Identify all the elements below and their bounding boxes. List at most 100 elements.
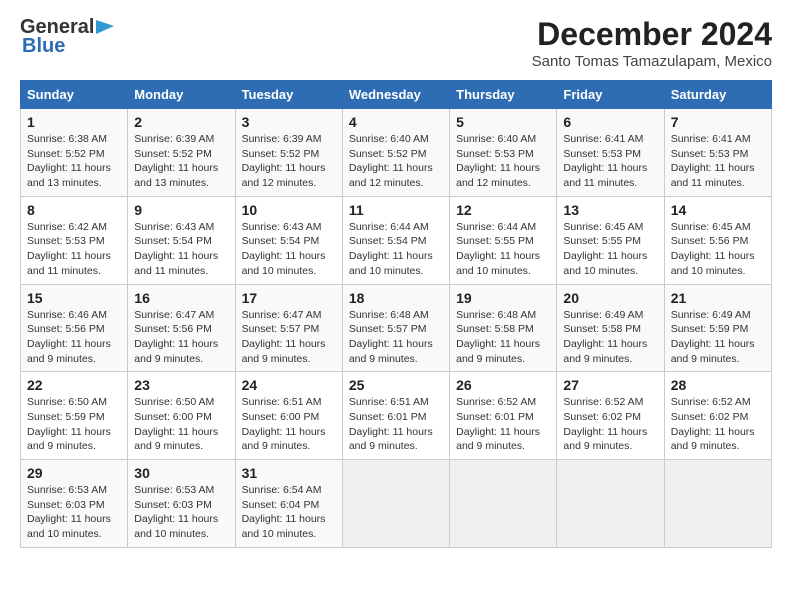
calendar-cell: 18 Sunrise: 6:48 AMSunset: 5:57 PMDayligh… — [342, 284, 449, 372]
day-number: 11 — [349, 202, 443, 218]
day-info: Sunrise: 6:38 AMSunset: 5:52 PMDaylight:… — [27, 133, 111, 189]
day-info: Sunrise: 6:43 AMSunset: 5:54 PMDaylight:… — [242, 221, 326, 277]
day-info: Sunrise: 6:39 AMSunset: 5:52 PMDaylight:… — [242, 133, 326, 189]
logo: General Blue — [20, 16, 118, 58]
title-block: December 2024 Santo Tomas Tamazulapam, M… — [532, 16, 772, 70]
day-number: 21 — [671, 290, 765, 306]
day-info: Sunrise: 6:41 AMSunset: 5:53 PMDaylight:… — [563, 133, 647, 189]
day-number: 12 — [456, 202, 550, 218]
col-header-sunday: Sunday — [21, 81, 128, 109]
day-info: Sunrise: 6:42 AMSunset: 5:53 PMDaylight:… — [27, 221, 111, 277]
calendar-cell: 6 Sunrise: 6:41 AMSunset: 5:53 PMDaylight… — [557, 109, 664, 197]
calendar-table: SundayMondayTuesdayWednesdayThursdayFrid… — [20, 80, 772, 548]
day-info: Sunrise: 6:50 AMSunset: 5:59 PMDaylight:… — [27, 396, 111, 452]
day-number: 29 — [27, 465, 121, 481]
day-info: Sunrise: 6:48 AMSunset: 5:57 PMDaylight:… — [349, 309, 433, 365]
day-info: Sunrise: 6:44 AMSunset: 5:55 PMDaylight:… — [456, 221, 540, 277]
day-info: Sunrise: 6:45 AMSunset: 5:56 PMDaylight:… — [671, 221, 755, 277]
day-number: 23 — [134, 377, 228, 393]
calendar-cell: 13 Sunrise: 6:45 AMSunset: 5:55 PMDayligh… — [557, 196, 664, 284]
day-info: Sunrise: 6:39 AMSunset: 5:52 PMDaylight:… — [134, 133, 218, 189]
calendar-cell: 9 Sunrise: 6:43 AMSunset: 5:54 PMDaylight… — [128, 196, 235, 284]
page-title: December 2024 — [532, 16, 772, 53]
day-number: 13 — [563, 202, 657, 218]
calendar-cell: 30Sunrise: 6:53 AMSunset: 6:03 PMDayligh… — [128, 460, 235, 548]
day-info: Sunrise: 6:54 AMSunset: 6:04 PMDaylight:… — [242, 484, 326, 540]
day-number: 25 — [349, 377, 443, 393]
calendar-cell: 28 Sunrise: 6:52 AMSunset: 6:02 PMDayligh… — [664, 372, 771, 460]
day-number: 17 — [242, 290, 336, 306]
day-number: 16 — [134, 290, 228, 306]
calendar-cell: 11Sunrise: 6:44 AMSunset: 5:54 PMDayligh… — [342, 196, 449, 284]
calendar-cell: 22 Sunrise: 6:50 AMSunset: 5:59 PMDayligh… — [21, 372, 128, 460]
calendar-cell: 23Sunrise: 6:50 AMSunset: 6:00 PMDayligh… — [128, 372, 235, 460]
day-info: Sunrise: 6:43 AMSunset: 5:54 PMDaylight:… — [134, 221, 218, 277]
logo-icon — [96, 16, 118, 36]
calendar-cell: 4 Sunrise: 6:40 AMSunset: 5:52 PMDaylight… — [342, 109, 449, 197]
day-number: 5 — [456, 114, 550, 130]
col-header-friday: Friday — [557, 81, 664, 109]
calendar-cell: 21 Sunrise: 6:49 AMSunset: 5:59 PMDayligh… — [664, 284, 771, 372]
day-number: 4 — [349, 114, 443, 130]
page-header: General Blue December 2024 Santo Tomas T… — [20, 16, 772, 70]
calendar-cell: 24 Sunrise: 6:51 AMSunset: 6:00 PMDayligh… — [235, 372, 342, 460]
calendar-cell: 29 Sunrise: 6:53 AMSunset: 6:03 PMDayligh… — [21, 460, 128, 548]
calendar-cell: 26Sunrise: 6:52 AMSunset: 6:01 PMDayligh… — [450, 372, 557, 460]
day-number: 2 — [134, 114, 228, 130]
day-info: Sunrise: 6:53 AMSunset: 6:03 PMDaylight:… — [27, 484, 111, 540]
day-info: Sunrise: 6:51 AMSunset: 6:01 PMDaylight:… — [349, 396, 433, 452]
day-number: 26 — [456, 377, 550, 393]
day-info: Sunrise: 6:46 AMSunset: 5:56 PMDaylight:… — [27, 309, 111, 365]
calendar-cell — [557, 460, 664, 548]
day-number: 19 — [456, 290, 550, 306]
calendar-cell — [342, 460, 449, 548]
day-number: 8 — [27, 202, 121, 218]
day-number: 15 — [27, 290, 121, 306]
calendar-cell: 8 Sunrise: 6:42 AMSunset: 5:53 PMDaylight… — [21, 196, 128, 284]
day-info: Sunrise: 6:52 AMSunset: 6:02 PMDaylight:… — [671, 396, 755, 452]
day-info: Sunrise: 6:41 AMSunset: 5:53 PMDaylight:… — [671, 133, 755, 189]
day-number: 1 — [27, 114, 121, 130]
day-info: Sunrise: 6:49 AMSunset: 5:59 PMDaylight:… — [671, 309, 755, 365]
day-number: 6 — [563, 114, 657, 130]
day-number: 24 — [242, 377, 336, 393]
day-number: 31 — [242, 465, 336, 481]
calendar-cell: 15 Sunrise: 6:46 AMSunset: 5:56 PMDayligh… — [21, 284, 128, 372]
week-row-3: 15 Sunrise: 6:46 AMSunset: 5:56 PMDayligh… — [21, 284, 772, 372]
day-info: Sunrise: 6:40 AMSunset: 5:53 PMDaylight:… — [456, 133, 540, 189]
week-row-4: 22 Sunrise: 6:50 AMSunset: 5:59 PMDayligh… — [21, 372, 772, 460]
day-number: 28 — [671, 377, 765, 393]
day-info: Sunrise: 6:40 AMSunset: 5:52 PMDaylight:… — [349, 133, 433, 189]
calendar-cell: 2 Sunrise: 6:39 AMSunset: 5:52 PMDaylight… — [128, 109, 235, 197]
col-header-tuesday: Tuesday — [235, 81, 342, 109]
day-number: 14 — [671, 202, 765, 218]
day-number: 18 — [349, 290, 443, 306]
calendar-cell: 19 Sunrise: 6:48 AMSunset: 5:58 PMDayligh… — [450, 284, 557, 372]
day-info: Sunrise: 6:53 AMSunset: 6:03 PMDaylight:… — [134, 484, 218, 540]
col-header-monday: Monday — [128, 81, 235, 109]
calendar-cell: 5 Sunrise: 6:40 AMSunset: 5:53 PMDaylight… — [450, 109, 557, 197]
calendar-cell — [450, 460, 557, 548]
calendar-cell: 25 Sunrise: 6:51 AMSunset: 6:01 PMDayligh… — [342, 372, 449, 460]
page-subtitle: Santo Tomas Tamazulapam, Mexico — [532, 53, 772, 70]
calendar-cell: 7Sunrise: 6:41 AMSunset: 5:53 PMDaylight… — [664, 109, 771, 197]
day-info: Sunrise: 6:47 AMSunset: 5:57 PMDaylight:… — [242, 309, 326, 365]
logo-blue: Blue — [22, 35, 65, 58]
calendar-cell: 31 Sunrise: 6:54 AMSunset: 6:04 PMDayligh… — [235, 460, 342, 548]
calendar-cell: 10Sunrise: 6:43 AMSunset: 5:54 PMDayligh… — [235, 196, 342, 284]
day-info: Sunrise: 6:51 AMSunset: 6:00 PMDaylight:… — [242, 396, 326, 452]
day-number: 27 — [563, 377, 657, 393]
day-number: 20 — [563, 290, 657, 306]
day-info: Sunrise: 6:49 AMSunset: 5:58 PMDaylight:… — [563, 309, 647, 365]
day-info: Sunrise: 6:45 AMSunset: 5:55 PMDaylight:… — [563, 221, 647, 277]
day-number: 9 — [134, 202, 228, 218]
calendar-cell: 12 Sunrise: 6:44 AMSunset: 5:55 PMDayligh… — [450, 196, 557, 284]
col-header-thursday: Thursday — [450, 81, 557, 109]
day-number: 3 — [242, 114, 336, 130]
day-info: Sunrise: 6:48 AMSunset: 5:58 PMDaylight:… — [456, 309, 540, 365]
day-number: 22 — [27, 377, 121, 393]
header-row: SundayMondayTuesdayWednesdayThursdayFrid… — [21, 81, 772, 109]
calendar-cell: 16Sunrise: 6:47 AMSunset: 5:56 PMDayligh… — [128, 284, 235, 372]
calendar-cell: 17 Sunrise: 6:47 AMSunset: 5:57 PMDayligh… — [235, 284, 342, 372]
week-row-1: 1 Sunrise: 6:38 AMSunset: 5:52 PMDaylight… — [21, 109, 772, 197]
